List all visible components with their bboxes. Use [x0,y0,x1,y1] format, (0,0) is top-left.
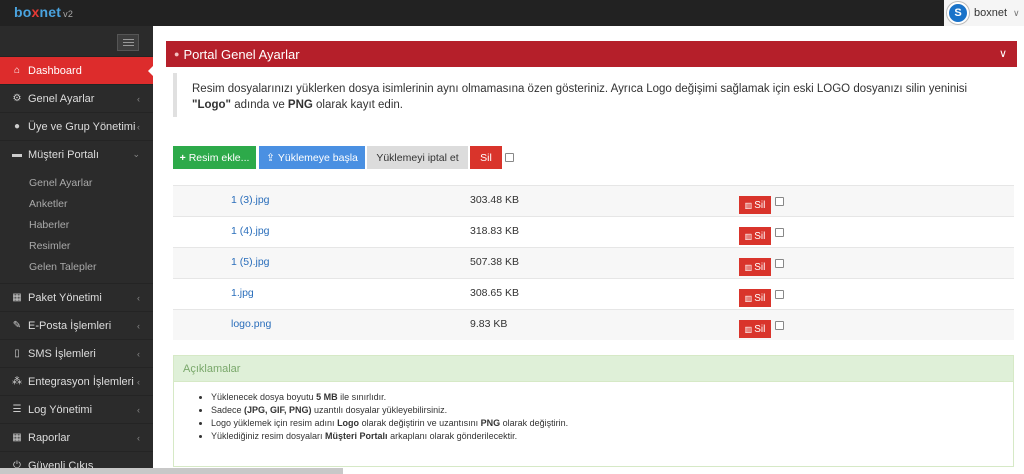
file-name-link[interactable]: logo.png [231,318,271,330]
table-row: 1.jpg 308.65 KB ▥ Sil [173,278,1014,309]
chevron-down-icon: ∨ [1013,7,1020,18]
row-checkbox[interactable] [775,259,784,268]
th-icon: ▦ [12,432,22,443]
select-all-checkbox[interactable] [505,153,514,162]
home-icon: ⌂ [13,65,21,76]
delete-selected-button[interactable]: Sil [470,146,502,169]
upload-icon: ⇪ [266,151,275,164]
add-image-button[interactable]: + Resim ekle... [173,146,256,169]
plus-icon: + [179,151,186,164]
chevron-left-icon: ‹ [137,292,140,303]
table-row: 1 (4).jpg 318.83 KB ▥ Sil [173,216,1014,247]
tasks-icon: ☰ [12,404,22,415]
row-checkbox[interactable] [775,228,784,237]
table-icon: ▦ [12,292,22,303]
row-checkbox[interactable] [775,290,784,299]
mobile-icon: ▯ [14,348,20,359]
delete-file-button[interactable]: ▥ Sil [739,227,771,245]
delete-file-button[interactable]: ▥ Sil [739,258,771,276]
notice-text: Resim dosyalarınızı yüklerken dosya isim… [173,73,1014,117]
sidebar-submenu: Genel Ayarlar Anketler Haberler Resimler… [0,168,153,283]
file-table: 1 (3).jpg 303.48 KB ▥ Sil 1 (4).jpg 318.8… [173,185,1014,340]
chevron-left-icon: ‹ [137,348,140,359]
file-name-link[interactable]: 1 (4).jpg [231,225,270,237]
sidebar-item-paket[interactable]: ▦ Paket Yönetimi ‹ [0,283,153,311]
sidebar-item-dashboard[interactable]: ⌂ Dashboard [0,56,154,84]
horizontal-scrollbar[interactable] [0,468,343,474]
chevron-left-icon: ‹ [137,432,140,443]
top-bar: boxnet v2 S boxnet ∨ [0,0,1024,26]
sidebar-toggle-button[interactable] [117,34,139,51]
chevron-left-icon: ‹ [137,121,140,132]
row-checkbox[interactable] [775,321,784,330]
trash-icon: ▥ [744,293,753,303]
list-item: Sadece (JPG, GIF, PNG) uzantılı dosyalar… [211,404,1013,417]
chevron-left-icon: ‹ [137,404,140,415]
trash-icon: ▥ [744,231,753,241]
submenu-item-anketler[interactable]: Anketler [0,193,153,214]
folder-open-icon: ▬ [12,149,22,160]
sidebar-item-eposta[interactable]: ✎ E-Posta İşlemleri ‹ [0,311,153,339]
list-item: Yüklediğiniz resim dosyaları Müşteri Por… [211,430,1013,443]
sidebar-item-log[interactable]: ☰ Log Yönetimi ‹ [0,395,153,423]
submenu-item-haberler[interactable]: Haberler [0,214,153,235]
info-box: Açıklamalar Yüklenecek dosya boyutu 5 MB… [173,355,1014,467]
table-row: logo.png 9.83 KB ▥ Sil [173,309,1014,340]
cogs-icon: ⚙ [12,93,22,104]
trash-icon: ▥ [744,200,753,210]
delete-file-button[interactable]: ▥ Sil [739,289,771,307]
file-name-link[interactable]: 1 (3).jpg [231,194,270,206]
panel-header: ● Portal Genel Ayarlar ∨ [166,41,1017,67]
file-size: 507.38 KB [470,256,520,268]
file-size: 9.83 KB [470,318,508,330]
submenu-item-genel-ayarlar[interactable]: Genel Ayarlar [0,172,153,193]
boxnet-logo[interactable]: boxnet v2 [14,4,73,20]
circle-icon: ● [174,49,180,59]
row-checkbox[interactable] [775,197,784,206]
submenu-item-resimler[interactable]: Resimler [0,235,153,256]
user-menu[interactable]: S boxnet ∨ [944,0,1024,26]
trash-icon: ▥ [744,324,753,334]
cancel-upload-button[interactable]: Yüklemeyi iptal et [367,146,468,169]
delete-file-button[interactable]: ▥ Sil [739,196,771,214]
table-row: 1 (3).jpg 303.48 KB ▥ Sil [173,185,1014,216]
sidebar: ⌂ Dashboard ⚙ Genel Ayarlar ‹ ● Üye ve G… [0,26,154,474]
chevron-left-icon: ‹ [137,93,140,104]
sidebar-item-entegrasyon[interactable]: ⁂ Entegrasyon İşlemleri ‹ [0,367,153,395]
info-title: Açıklamalar [174,356,1013,382]
user-avatar: S [947,2,969,24]
file-size: 303.48 KB [470,194,520,206]
delete-file-button[interactable]: ▥ Sil [739,320,771,338]
sidebar-item-raporlar[interactable]: ▦ Raporlar ‹ [0,423,153,451]
table-row: 1 (5).jpg 507.38 KB ▥ Sil [173,247,1014,278]
panel-title: Portal Genel Ayarlar [183,46,300,62]
info-list: Yüklenecek dosya boyutu 5 MB ile sınırlı… [174,382,1013,443]
edit-icon: ✎ [12,320,22,331]
sitemap-icon: ⁂ [12,376,22,387]
submenu-item-gelen-talepler[interactable]: Gelen Talepler [0,256,153,277]
list-item: Yüklenecek dosya boyutu 5 MB ile sınırlı… [211,391,1013,404]
chevron-left-icon: ‹ [137,376,140,387]
file-size: 308.65 KB [470,287,520,299]
chevron-left-icon: ‹ [137,320,140,331]
sidebar-item-sms[interactable]: ▯ SMS İşlemleri ‹ [0,339,153,367]
user-icon: ● [13,121,21,132]
trash-icon: ▥ [744,262,753,272]
list-item: Logo yüklemek için resim adını Logo olar… [211,417,1013,430]
file-name-link[interactable]: 1.jpg [231,287,254,299]
sidebar-item-musteri-portali[interactable]: ▬ Müşteri Portalı ⌄ [0,140,153,168]
chevron-down-icon[interactable]: ∨ [999,47,1007,60]
chevron-down-icon: ⌄ [132,149,140,159]
file-name-link[interactable]: 1 (5).jpg [231,256,270,268]
start-upload-button[interactable]: ⇪ Yüklemeye başla [259,146,365,169]
sidebar-item-genel-ayarlar[interactable]: ⚙ Genel Ayarlar ‹ [0,84,153,112]
sidebar-item-uye-grup[interactable]: ● Üye ve Grup Yönetimi ‹ [0,112,153,140]
file-size: 318.83 KB [470,225,520,237]
user-name: boxnet [974,7,1008,19]
